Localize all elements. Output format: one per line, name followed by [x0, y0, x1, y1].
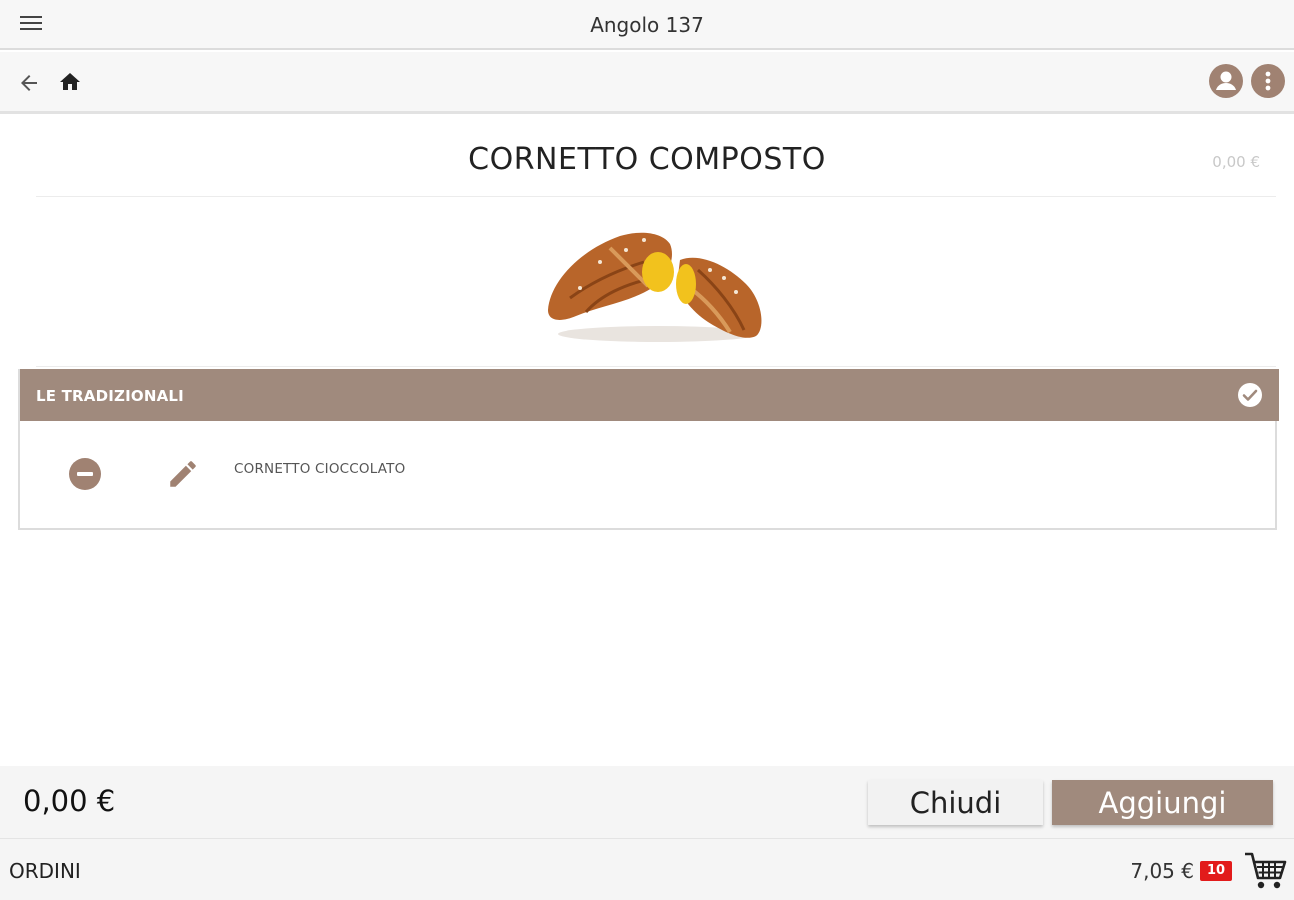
section-header[interactable]: LE TRADIZIONALI [20, 369, 1279, 421]
cart-icon[interactable] [1243, 848, 1287, 892]
orders-bar: ORDINI 7,05 € 10 [0, 838, 1294, 900]
nav-bar [0, 52, 1294, 114]
more-options-button[interactable] [1251, 64, 1285, 98]
product-image [548, 232, 762, 342]
section-title: LE TRADIZIONALI [36, 387, 184, 405]
top-bar: Angolo 137 [0, 0, 1294, 50]
more-vertical-icon [1265, 71, 1271, 91]
add-button[interactable]: Aggiungi [1052, 780, 1273, 825]
app-title: Angolo 137 [590, 13, 704, 37]
check-circle-icon [1238, 383, 1262, 407]
user-icon [1216, 71, 1236, 90]
divider [36, 196, 1276, 197]
item-label: CORNETTO CIOCCOLATO [234, 461, 406, 477]
order-count-badge: 10 [1200, 861, 1232, 881]
back-arrow-icon[interactable] [17, 71, 41, 95]
pencil-icon[interactable] [166, 457, 200, 491]
divider [36, 366, 1276, 367]
product-price: 0,00 € [1212, 153, 1260, 171]
home-icon[interactable] [58, 70, 82, 94]
user-button[interactable] [1209, 64, 1243, 98]
total-price: 0,00 € [23, 784, 116, 818]
product-title: CORNETTO COMPOSTO [468, 142, 826, 177]
remove-circle-icon[interactable] [68, 457, 102, 491]
orders-link[interactable]: ORDINI [9, 859, 81, 883]
list-item: CORNETTO CIOCCOLATO [20, 421, 1275, 527]
options-section: LE TRADIZIONALI CORNETTO CIOCCOLATO [18, 369, 1279, 530]
action-bar: 0,00 € Chiudi Aggiungi [0, 766, 1294, 838]
close-button[interactable]: Chiudi [868, 780, 1043, 825]
orders-total: 7,05 € [1130, 859, 1194, 883]
